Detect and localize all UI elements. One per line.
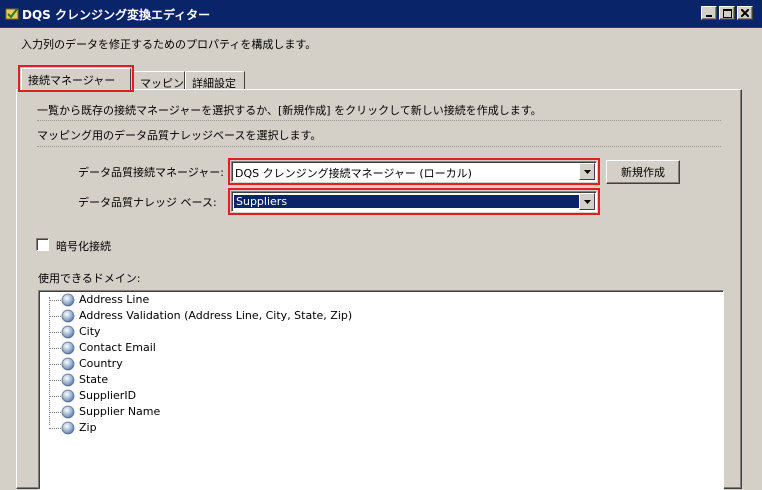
tree-item-domain[interactable]: Supplier Name bbox=[39, 404, 439, 420]
domains-label: 使用できるドメイン: bbox=[38, 272, 141, 285]
info-text-1: 一覧から既存の接続マネージャーを選択するか、[新規作成] をクリックして新しい接… bbox=[37, 104, 542, 117]
domain-icon bbox=[61, 405, 75, 419]
minimize-button[interactable] bbox=[701, 6, 717, 20]
domain-icon bbox=[61, 421, 75, 435]
title-bar[interactable]: DQS クレンジング変換エディター bbox=[0, 0, 762, 28]
domain-icon bbox=[61, 373, 75, 387]
domain-icon bbox=[61, 389, 75, 403]
tree-item-domain[interactable]: Country bbox=[39, 356, 439, 372]
domain-label: SupplierID bbox=[79, 389, 137, 402]
tab-connection-manager[interactable]: 接続マネージャー bbox=[21, 68, 131, 92]
tree-branch-line bbox=[49, 380, 61, 381]
tree-branch-line bbox=[49, 316, 61, 317]
domain-label: Address Validation (Address Line, City, … bbox=[79, 309, 353, 322]
tree-branch-line bbox=[49, 332, 61, 333]
domain-label: Supplier Name bbox=[79, 405, 161, 418]
chevron-down-icon bbox=[583, 199, 591, 204]
domain-label: Country bbox=[79, 357, 123, 370]
tree-item-domain[interactable]: City bbox=[39, 324, 439, 340]
tree-item-domain[interactable]: State bbox=[39, 372, 439, 388]
close-icon bbox=[741, 9, 749, 17]
separator bbox=[37, 146, 721, 147]
domain-label: City bbox=[79, 325, 101, 338]
domain-icon bbox=[61, 293, 75, 307]
separator bbox=[37, 120, 721, 121]
encrypt-label: 暗号化接続 bbox=[56, 240, 111, 253]
tree-branch-line bbox=[49, 348, 61, 349]
domain-label: Contact Email bbox=[79, 341, 156, 354]
minimize-icon bbox=[706, 15, 712, 17]
domain-icon bbox=[61, 325, 75, 339]
tree-item-domain[interactable]: Contact Email bbox=[39, 340, 439, 356]
tree-item-domain[interactable]: SupplierID bbox=[39, 388, 439, 404]
close-button[interactable] bbox=[737, 6, 753, 20]
tree-branch-line bbox=[49, 364, 61, 365]
domain-label: Address Line bbox=[79, 293, 150, 306]
domain-icon bbox=[61, 341, 75, 355]
tab-label: 接続マネージャー bbox=[28, 74, 116, 87]
maximize-button[interactable] bbox=[719, 6, 735, 20]
tree-branch-line bbox=[49, 396, 61, 397]
domain-label: State bbox=[79, 373, 109, 386]
dialog-description: 入力列のデータを修正するためのプロパティを構成します。 bbox=[21, 38, 317, 51]
tree-branch-line bbox=[49, 428, 61, 429]
tree-item-domain[interactable]: Zip bbox=[39, 420, 439, 436]
domain-label: Zip bbox=[79, 421, 97, 434]
encrypt-checkbox[interactable] bbox=[36, 238, 49, 251]
info-text-2: マッピング用のデータ品質ナレッジベースを選択します。 bbox=[37, 129, 322, 142]
connection-manager-select[interactable]: DQS クレンジング接続マネージャー (ローカル) bbox=[231, 161, 597, 182]
connection-manager-label: データ品質接続マネージャー: bbox=[78, 166, 224, 179]
window-title: DQS クレンジング変換エディター bbox=[22, 8, 211, 22]
chevron-down-icon bbox=[583, 169, 591, 174]
tree-item-domain[interactable]: Address Validation (Address Line, City, … bbox=[39, 308, 439, 324]
tree-branch-line bbox=[49, 412, 61, 413]
tree-item-domain[interactable]: Address Line bbox=[39, 292, 439, 308]
connection-manager-value: DQS クレンジング接続マネージャー (ローカル) bbox=[235, 167, 472, 180]
knowledge-base-select[interactable]: Suppliers bbox=[231, 191, 597, 212]
knowledge-base-label: データ品質ナレッジ ベース: bbox=[78, 196, 217, 209]
new-connection-button[interactable]: 新規作成 bbox=[606, 160, 680, 184]
app-icon bbox=[5, 8, 19, 20]
domain-icon bbox=[61, 357, 75, 371]
domain-icon bbox=[61, 309, 75, 323]
maximize-icon bbox=[722, 8, 732, 18]
dropdown-button[interactable] bbox=[579, 193, 595, 210]
knowledge-base-value: Suppliers bbox=[233, 194, 581, 209]
domains-tree[interactable]: Address Line Address Validation (Address … bbox=[38, 290, 724, 490]
tree-branch-line bbox=[49, 300, 61, 301]
dropdown-button[interactable] bbox=[579, 163, 595, 180]
new-button-label: 新規作成 bbox=[621, 166, 665, 179]
